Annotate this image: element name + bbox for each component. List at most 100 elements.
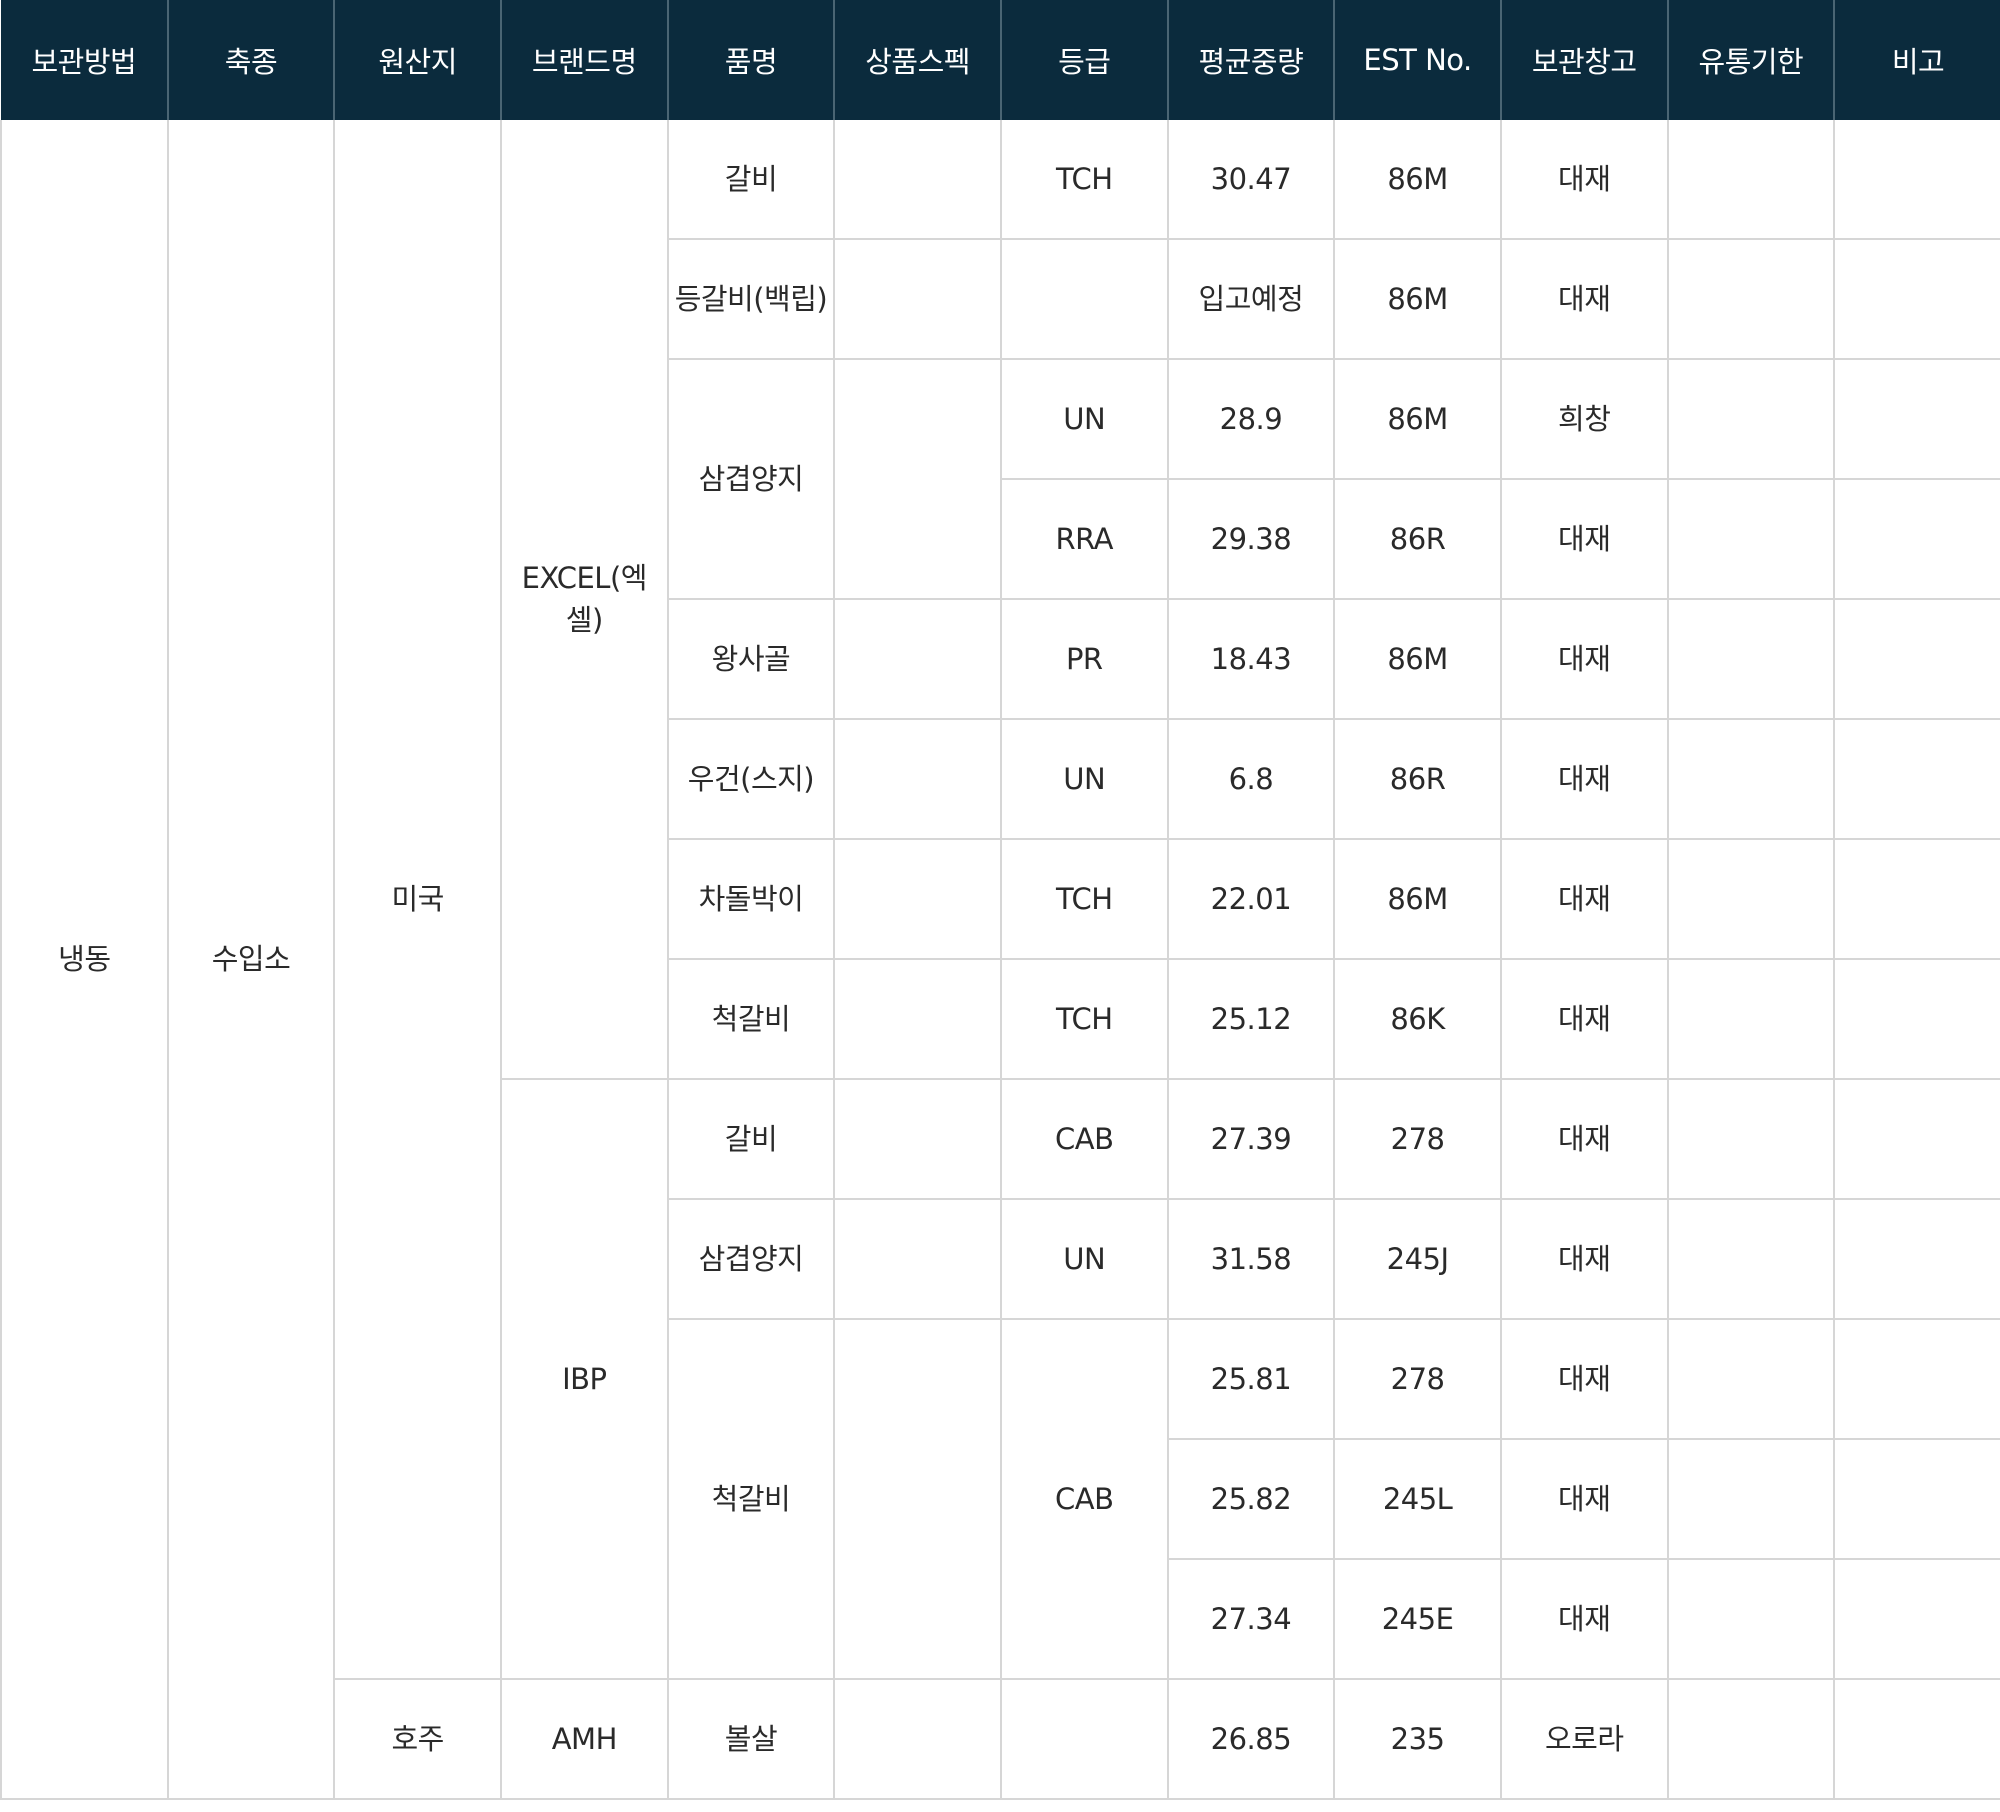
species-cell: 수입소 bbox=[166, 120, 336, 1800]
grade-cell: TCH bbox=[999, 120, 1169, 240]
grade-cell: RRA bbox=[999, 478, 1169, 600]
grade-cell: PR bbox=[999, 598, 1169, 720]
grade-cell bbox=[999, 238, 1169, 360]
table-row: 냉동 수입소 미국 EXCEL(엑셀) 갈비 TCH 30.47 86M 대재 bbox=[0, 120, 2000, 1800]
warehouse-cell: 대재 bbox=[1499, 958, 1669, 1080]
warehouse-cell: 대재 bbox=[1499, 838, 1669, 960]
note-cell bbox=[1833, 958, 2000, 1080]
warehouse-cell: 대재 bbox=[1499, 478, 1669, 600]
warehouse-cell: 대재 bbox=[1499, 1438, 1669, 1560]
avg-weight-cell: 25.81 bbox=[1166, 1318, 1336, 1440]
expiry-cell bbox=[1666, 1438, 1836, 1560]
warehouse-cell: 희창 bbox=[1499, 358, 1669, 480]
header-origin: 원산지 bbox=[334, 0, 502, 120]
est-no-cell: 245L bbox=[1333, 1438, 1502, 1560]
product-name-cell: 차돌박이 bbox=[666, 838, 836, 960]
note-cell bbox=[1833, 1318, 2000, 1440]
est-no-cell: 278 bbox=[1333, 1078, 1502, 1200]
product-name-cell: 등갈비(백립) bbox=[666, 238, 836, 360]
warehouse-cell: 대재 bbox=[1499, 1558, 1669, 1680]
avg-weight-cell: 18.43 bbox=[1166, 598, 1336, 720]
product-name-cell: 왕사골 bbox=[666, 598, 836, 720]
expiry-cell bbox=[1666, 358, 1836, 480]
est-no-cell: 86M bbox=[1333, 598, 1502, 720]
expiry-cell bbox=[1666, 1198, 1836, 1320]
header-est-no: EST No. bbox=[1334, 0, 1502, 120]
avg-weight-cell: 28.9 bbox=[1166, 358, 1336, 480]
origin-cell: 미국 bbox=[333, 120, 502, 1680]
header-row: 보관방법 축종 원산지 브랜드명 품명 상품스펙 등급 평균중량 EST No.… bbox=[1, 0, 2000, 120]
header-product-spec: 상품스펙 bbox=[834, 0, 1002, 120]
note-cell bbox=[1833, 1678, 2000, 1800]
grade-cell: UN bbox=[999, 358, 1169, 480]
header-species: 축종 bbox=[167, 0, 336, 120]
header-note: 비고 bbox=[1834, 0, 2000, 120]
product-spec-cell bbox=[833, 1678, 1002, 1800]
grade-cell bbox=[999, 1678, 1169, 1800]
header-grade: 등급 bbox=[1000, 0, 1169, 120]
est-no-cell: 245J bbox=[1333, 1198, 1502, 1320]
header-brand: 브랜드명 bbox=[500, 0, 669, 120]
storage-method-cell: 냉동 bbox=[0, 120, 169, 1800]
grade-cell: UN bbox=[999, 718, 1169, 840]
product-spec-cell bbox=[833, 718, 1002, 840]
grade-cell: CAB bbox=[999, 1318, 1169, 1680]
warehouse-cell: 대재 bbox=[1499, 1078, 1669, 1200]
header-product-name: 품명 bbox=[667, 0, 836, 120]
note-cell bbox=[1833, 1078, 2000, 1200]
expiry-cell bbox=[1666, 1318, 1836, 1440]
expiry-cell bbox=[1666, 598, 1836, 720]
avg-weight-cell: 6.8 bbox=[1166, 718, 1336, 840]
note-cell bbox=[1833, 1438, 2000, 1560]
note-cell bbox=[1833, 358, 2000, 480]
warehouse-cell: 오로라 bbox=[1499, 1678, 1669, 1800]
product-spec-cell bbox=[833, 838, 1002, 960]
product-spec-cell bbox=[833, 238, 1002, 360]
grade-cell: TCH bbox=[999, 838, 1169, 960]
est-no-cell: 86M bbox=[1333, 120, 1502, 240]
expiry-cell bbox=[1666, 958, 1836, 1080]
expiry-cell bbox=[1666, 718, 1836, 840]
product-spec-cell bbox=[833, 958, 1002, 1080]
expiry-cell bbox=[1666, 1078, 1836, 1200]
product-name-cell: 갈비 bbox=[666, 120, 836, 240]
note-cell bbox=[1833, 838, 2000, 960]
product-spec-cell bbox=[833, 120, 1002, 240]
note-cell bbox=[1833, 1198, 2000, 1320]
product-spec-cell bbox=[833, 598, 1002, 720]
expiry-cell bbox=[1666, 1558, 1836, 1680]
origin-cell: 호주 bbox=[333, 1678, 502, 1800]
product-name-cell: 삼겹양지 bbox=[666, 358, 836, 600]
note-cell bbox=[1833, 120, 2000, 240]
est-no-cell: 86M bbox=[1333, 238, 1502, 360]
brand-cell: IBP bbox=[499, 1078, 669, 1680]
warehouse-cell: 대재 bbox=[1499, 598, 1669, 720]
brand-cell: EXCEL(엑셀) bbox=[499, 120, 669, 1080]
avg-weight-cell: 27.34 bbox=[1166, 1558, 1336, 1680]
note-cell bbox=[1833, 478, 2000, 600]
warehouse-cell: 대재 bbox=[1499, 238, 1669, 360]
est-no-cell: 86R bbox=[1333, 718, 1502, 840]
avg-weight-cell: 29.38 bbox=[1166, 478, 1336, 600]
avg-weight-cell: 31.58 bbox=[1166, 1198, 1336, 1320]
warehouse-cell: 대재 bbox=[1499, 1198, 1669, 1320]
product-spec-cell bbox=[833, 1078, 1002, 1200]
expiry-cell bbox=[1666, 838, 1836, 960]
est-no-cell: 86R bbox=[1333, 478, 1502, 600]
product-name-cell: 우건(스지) bbox=[666, 718, 836, 840]
header-avg-weight: 평균중량 bbox=[1167, 0, 1336, 120]
est-no-cell: 86M bbox=[1333, 358, 1502, 480]
avg-weight-cell: 22.01 bbox=[1166, 838, 1336, 960]
warehouse-cell: 대재 bbox=[1499, 718, 1669, 840]
expiry-cell bbox=[1666, 120, 1836, 240]
est-no-cell: 86K bbox=[1333, 958, 1502, 1080]
note-cell bbox=[1833, 598, 2000, 720]
avg-weight-cell: 입고예정 bbox=[1166, 238, 1336, 360]
brand-cell: AMH bbox=[499, 1678, 669, 1800]
header-warehouse: 보관창고 bbox=[1500, 0, 1669, 120]
product-name-cell: 갈비 bbox=[666, 1078, 836, 1200]
avg-weight-cell: 25.82 bbox=[1166, 1438, 1336, 1560]
note-cell bbox=[1833, 238, 2000, 360]
header-storage-method: 보관방법 bbox=[1, 0, 169, 120]
est-no-cell: 278 bbox=[1333, 1318, 1502, 1440]
